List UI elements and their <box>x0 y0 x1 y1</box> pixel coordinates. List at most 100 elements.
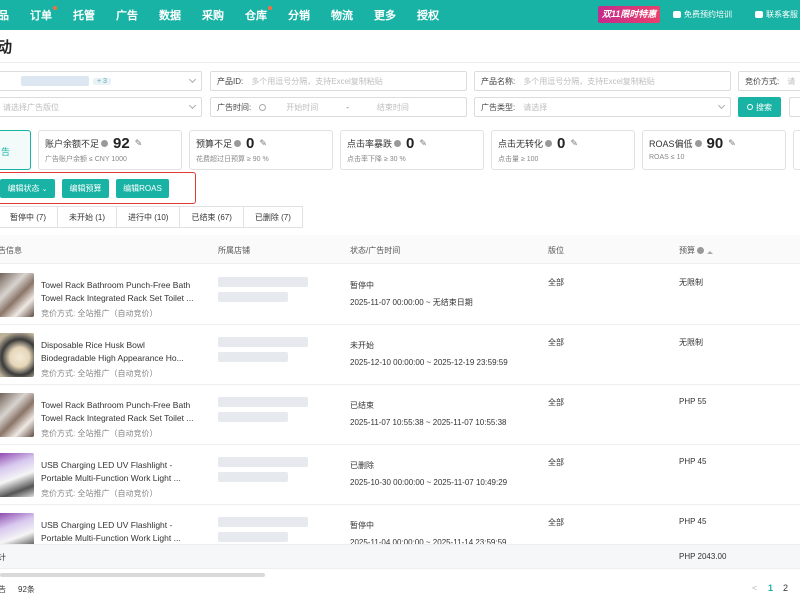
ad-slot: 全部 <box>548 278 564 287</box>
nav-item-distribution[interactable]: 分销 <box>288 7 310 23</box>
product-id-input[interactable]: 产品ID: 多个用逗号分隔，支持Excel复制粘贴 <box>210 71 467 91</box>
bid-method: 竞价方式: 全站推广（自动竞价） <box>41 369 158 378</box>
range-separator: - <box>346 102 349 112</box>
nav-item-more[interactable]: 更多 <box>374 7 396 23</box>
edit-status-button[interactable]: 编辑状态 ⌄ <box>0 179 55 198</box>
metric-card-budget[interactable]: 预算不足 0 ✎ 花费超过日预算 ≥ 90 % <box>189 130 333 170</box>
card-subtitle: 花费超过日预算 ≥ 90 % <box>196 156 269 163</box>
budget-header-label: 预算 <box>679 246 695 255</box>
ad-budget: PHP 55 <box>679 397 707 406</box>
ad-slot: 全部 <box>548 398 564 407</box>
tab-label: 已结束 (67) <box>191 212 232 222</box>
ad-time: 2025-12-10 00:00:00 ~ 2025-12-19 23:59:5… <box>350 358 508 367</box>
training-link[interactable]: 免费预约培训 <box>673 9 732 20</box>
product-name[interactable]: USB Charging LED UV Flashlight - Portable… <box>41 459 181 485</box>
tab-paused[interactable]: 暂停中 (7) <box>0 206 58 228</box>
ad-slot-select[interactable]: 请选择广告版位 <box>0 97 202 117</box>
ad-type-select[interactable]: 广告类型: 请选择 <box>474 97 731 117</box>
product-thumbnail <box>0 393 34 437</box>
tab-deleted[interactable]: 已删除 (7) <box>242 206 303 228</box>
sort-icon[interactable] <box>707 247 713 254</box>
table-header: 告信息 所属店铺 状态/广告时间 版位 预算 <box>0 235 800 264</box>
total-label: 计 <box>0 553 6 562</box>
tab-label: 暂停中 (7) <box>10 212 46 222</box>
nav-item-warehouse[interactable]: 仓库 <box>245 6 272 23</box>
product-name[interactable]: Disposable Rice Husk Bowl Biodegradable H… <box>41 339 184 365</box>
product-name-input[interactable]: 产品名称: 多个用逗号分隔，支持Excel复制粘贴 <box>474 71 731 91</box>
table-row[interactable]: Towel Rack Bathroom Punch-Free Bath Towel… <box>0 385 800 445</box>
nav-item-logistics[interactable]: 物流 <box>331 7 353 23</box>
chevron-down-icon <box>717 101 726 110</box>
col-header-status: 状态/广告时间 <box>350 246 401 255</box>
card-title: 点击率暴跌 <box>347 139 393 149</box>
card-title: 点击无转化 <box>498 139 544 149</box>
metric-card-more[interactable] <box>793 130 800 170</box>
nav-item-data[interactable]: 数据 <box>159 7 181 23</box>
metric-card-balance[interactable]: 账户余额不足 92 ✎ 广告账户余额 ≤ CNY 1000 <box>38 130 182 170</box>
metric-card-roas[interactable]: ROAS偏低 90 ✎ ROAS ≤ 10 <box>642 130 786 170</box>
nav-item-ads[interactable]: 广告 <box>116 7 138 23</box>
nav-item-purchase[interactable]: 采购 <box>202 7 224 23</box>
tab-running[interactable]: 进行中 (10) <box>116 206 181 228</box>
divider <box>0 62 800 63</box>
metric-card-no-conversion[interactable]: 点击无转化 0 ✎ 点击量 ≥ 100 <box>491 130 635 170</box>
product-name-line2: Portable Multi-Function Work Light ... <box>41 533 181 543</box>
total-count: 92条 <box>18 585 35 594</box>
table-row[interactable]: Disposable Rice Husk Bowl Biodegradable H… <box>0 325 800 385</box>
page-1-button[interactable]: 1 <box>768 583 773 593</box>
chevron-down-icon <box>188 75 197 84</box>
metric-card-ctr[interactable]: 点击率暴跌 0 ✎ 点击率下降 ≥ 30 % <box>340 130 484 170</box>
bid-method: 竞价方式: 全站推广（自动竞价） <box>41 309 158 318</box>
tab-ended[interactable]: 已结束 (67) <box>179 206 244 228</box>
nav-item-orders[interactable]: 订单 <box>30 6 57 23</box>
card-title: 告 <box>1 147 11 157</box>
col-header-shop: 所属店铺 <box>218 246 250 255</box>
card-value: 90 <box>706 134 724 152</box>
metric-card-all[interactable]: 告 <box>0 130 31 170</box>
contact-link[interactable]: 联系客服 <box>755 9 798 20</box>
nav-item-product[interactable]: 品 <box>0 7 9 23</box>
ad-time: 2025-11-07 10:55:38 ~ 2025-11-07 10:55:3… <box>350 418 507 427</box>
page-2-button[interactable]: 2 <box>783 583 788 593</box>
col-header-budget[interactable]: 预算 <box>679 245 713 256</box>
promo-banner[interactable]: 双11限时特惠 <box>598 6 661 23</box>
edit-status-label: 编辑状态 <box>7 184 40 193</box>
nav-item-hosting[interactable]: 托管 <box>73 7 95 23</box>
ad-time-range[interactable]: 广告时间: 开始时间 - 结束时间 <box>210 97 467 117</box>
bid-method-select[interactable]: 竞价方式: 请 <box>738 71 800 91</box>
product-name[interactable]: Towel Rack Bathroom Punch-Free Bath Towel… <box>41 399 193 425</box>
edit-pen-icon[interactable]: ✎ <box>570 138 578 149</box>
ad-budget: PHP 45 <box>679 457 707 466</box>
status-time: 未开始 2025-12-10 00:00:00 ~ 2025-12-19 23:5… <box>350 337 508 371</box>
product-name[interactable]: Towel Rack Bathroom Punch-Free Bath Towel… <box>41 279 193 305</box>
edit-roas-button[interactable]: 编辑ROAS <box>116 179 169 198</box>
tab-not-started[interactable]: 未开始 (1) <box>57 206 117 228</box>
tab-label: 进行中 (10) <box>128 212 169 222</box>
edit-pen-icon[interactable]: ✎ <box>259 138 267 149</box>
ad-budget: 无限制 <box>679 338 703 347</box>
more-options-button[interactable] <box>789 97 800 117</box>
product-id-placeholder: 多个用逗号分隔，支持Excel复制粘贴 <box>251 76 383 86</box>
tab-label: 已删除 (7) <box>254 212 291 222</box>
bid-method-placeholder: 请 <box>787 76 796 86</box>
nav-item-auth[interactable]: 授权 <box>417 7 439 23</box>
table-row[interactable]: Towel Rack Bathroom Punch-Free Bath Towel… <box>0 265 800 325</box>
table-row[interactable]: USB Charging LED UV Flashlight - Portable… <box>0 445 800 505</box>
edit-pen-icon[interactable]: ✎ <box>135 138 143 149</box>
shop-select[interactable]: + 3 <box>0 71 202 91</box>
horizontal-scrollbar[interactable] <box>0 573 265 577</box>
nav-menu: 品 订单 托管 广告 数据 采购 仓库 分销 物流 更多 授权 <box>0 6 460 23</box>
table-row[interactable]: USB Charging LED UV Flashlight - Portable… <box>0 505 800 545</box>
prev-page-button[interactable]: < <box>752 583 757 593</box>
product-thumbnail <box>0 453 34 497</box>
search-button[interactable]: 搜索 <box>738 97 781 117</box>
shop-name-blurred <box>218 517 308 527</box>
page-title: 动 <box>0 39 13 56</box>
card-value: 92 <box>113 134 130 152</box>
product-name-line1: USB Charging LED UV Flashlight - <box>41 460 173 470</box>
edit-pen-icon[interactable]: ✎ <box>728 138 736 149</box>
product-name[interactable]: USB Charging LED UV Flashlight - Portable… <box>41 519 181 544</box>
edit-budget-button[interactable]: 编辑预算 <box>62 179 109 198</box>
chevron-down-icon: ⌄ <box>41 185 48 193</box>
edit-pen-icon[interactable]: ✎ <box>419 138 427 149</box>
